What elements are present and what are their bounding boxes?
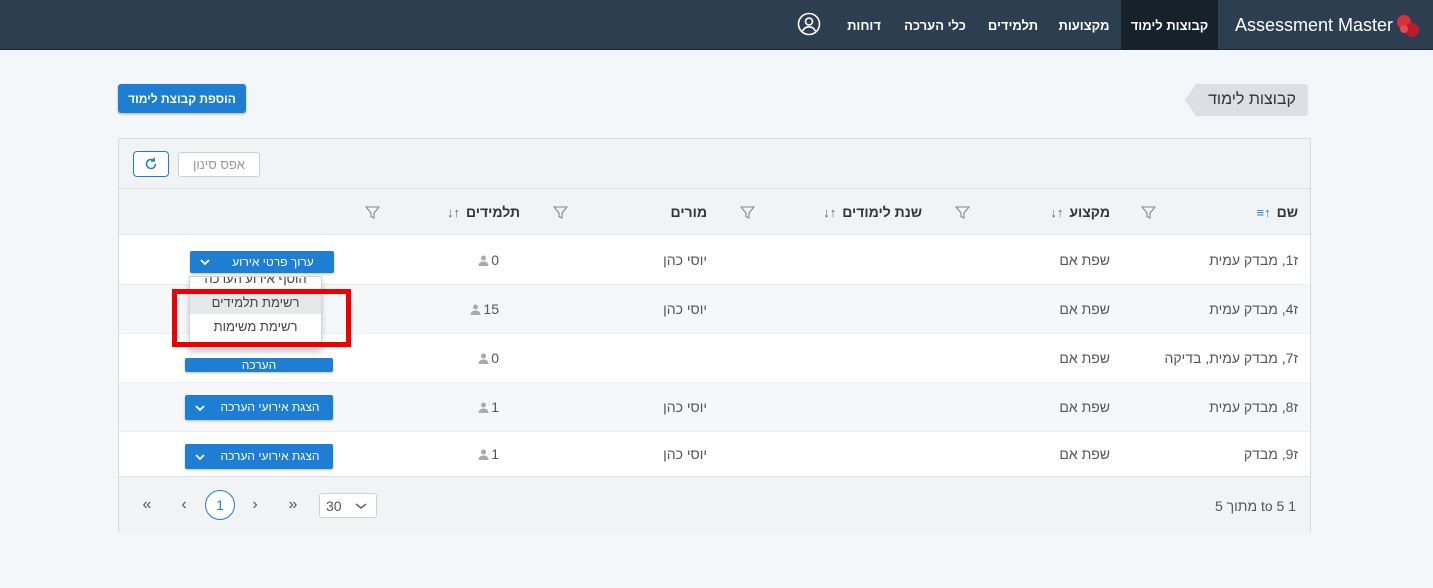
student-count: 0 [491, 252, 499, 268]
chevron-down-icon [195, 404, 205, 411]
column-label-students: תלמידים [465, 204, 520, 220]
column-header-year[interactable]: שנת לימודים ↑↓ [823, 189, 922, 235]
filter-icon[interactable] [740, 205, 755, 220]
person-icon [478, 255, 489, 266]
column-header-students[interactable]: תלמידים ↑↓ [447, 189, 520, 235]
cell-subject: שפת אם [1059, 399, 1110, 415]
grid-toolbar: אפס סינון [119, 139, 1310, 189]
filter-icon[interactable] [365, 205, 380, 220]
user-account-icon[interactable] [797, 12, 821, 36]
student-count: 0 [491, 350, 499, 366]
chevron-down-icon [200, 259, 210, 266]
refresh-button[interactable] [133, 151, 169, 177]
page-size-value: 30 [326, 497, 342, 514]
last-page-button[interactable]: » [283, 495, 303, 515]
cell-name: ז8, מבדק עמית [1209, 399, 1298, 415]
action-label: הצגת אירועי הערכה [220, 400, 320, 414]
cell-students: 0 [478, 334, 499, 382]
highlight-annotation [172, 289, 351, 347]
person-icon [478, 402, 489, 413]
nav-assessment-tools[interactable]: כלי הערכה [896, 0, 974, 50]
person-icon [478, 353, 489, 364]
cell-name: ז1, מבדק עמית [1209, 252, 1298, 268]
prev-page-button[interactable]: ‹ [174, 495, 194, 515]
cell-teachers: יוסי כהן [663, 301, 707, 317]
action-label: הצגת אירועי הערכה [220, 449, 320, 463]
first-page-button[interactable]: « [137, 495, 157, 515]
student-count: 1 [491, 399, 499, 415]
cell-subject: שפת אם [1059, 446, 1110, 462]
column-label-teachers: מורים [670, 204, 707, 220]
add-study-group-button[interactable]: הוספת קבוצת לימוד [118, 84, 246, 113]
table-row: ז9, מבדק שפת אם יוסי כהן 1 הצגת אירועי ה… [119, 432, 1310, 476]
sort-icon[interactable]: ↑↓ [447, 205, 460, 220]
refresh-icon [145, 157, 157, 170]
page-title: קבוצות לימוד [1185, 84, 1308, 116]
edit-event-details-button[interactable]: ערוך פרטי אירוע [190, 251, 334, 273]
show-assessment-events-button[interactable]: הצגת אירועי הערכה [185, 444, 333, 469]
column-label-subject: מקצוע [1069, 204, 1110, 220]
cell-students: 0 [478, 236, 499, 284]
cell-students: 1 [478, 383, 499, 431]
reset-filter-button[interactable]: אפס סינון [178, 152, 260, 177]
cell-teachers: יוסי כהן [663, 252, 707, 268]
cell-subject: שפת אם [1059, 301, 1110, 317]
cell-subject: שפת אם [1059, 252, 1110, 268]
table-header: שם ↑≡ מקצוע ↑↓ שנת לימודים ↑↓ מורים תלמי… [119, 189, 1310, 235]
sort-asc-icon[interactable]: ↑≡ [1257, 205, 1271, 220]
column-header-name[interactable]: שם ↑≡ [1257, 189, 1298, 235]
page-size-select[interactable]: 30 [319, 493, 377, 518]
pagination-bar: « ‹ 1 › » 30 1 to 5 מתוך 5 [119, 476, 1310, 533]
nav-study-groups[interactable]: קבוצות לימוד [1121, 0, 1218, 50]
sort-icon[interactable]: ↑↓ [823, 205, 836, 220]
person-icon [478, 449, 489, 460]
nav-students[interactable]: תלמידים [979, 0, 1047, 50]
filter-icon[interactable] [955, 205, 970, 220]
top-navbar: Assessment Master קבוצות לימוד מקצועות ת… [0, 0, 1433, 50]
next-page-button[interactable]: › [245, 495, 265, 515]
action-label: הערכה [241, 358, 277, 372]
menu-item-add-assessment-event[interactable]: הוסף אירוע הערכה [190, 277, 321, 290]
nav-reports[interactable]: דוחות [838, 0, 890, 50]
record-count: 1 to 5 מתוך 5 [1214, 497, 1296, 514]
student-count: 1 [491, 446, 499, 462]
filter-icon[interactable] [1141, 205, 1156, 220]
table-row: ז8, מבדק עמית שפת אם יוסי כהן 1 הצגת איר… [119, 383, 1310, 432]
brand[interactable]: Assessment Master [1235, 0, 1421, 50]
cell-subject: שפת אם [1059, 350, 1110, 366]
column-label-year: שנת לימודים [842, 204, 922, 220]
column-label-name: שם [1276, 204, 1298, 220]
cell-teachers: יוסי כהן [663, 446, 707, 462]
logo-icon [1397, 13, 1421, 37]
cell-name: ז7, מבדק עמית, בדיקה [1164, 350, 1298, 366]
assessment-events-button[interactable]: הערכה [185, 358, 333, 372]
student-count: 15 [483, 301, 499, 317]
person-icon [470, 304, 481, 315]
cell-name: ז4, מבדק עמית [1209, 301, 1298, 317]
filter-icon[interactable] [553, 205, 568, 220]
cell-students: 15 [470, 285, 499, 333]
app-name: Assessment Master [1234, 14, 1393, 35]
cell-name: ז9, מבדק [1243, 446, 1298, 462]
current-page-button[interactable]: 1 [205, 490, 235, 520]
chevron-down-icon [355, 503, 367, 510]
cell-teachers: יוסי כהן [663, 399, 707, 415]
sort-icon[interactable]: ↑↓ [1050, 205, 1063, 220]
column-header-subject[interactable]: מקצוע ↑↓ [1050, 189, 1110, 235]
column-header-teachers[interactable]: מורים [671, 189, 707, 235]
chevron-down-icon [195, 453, 205, 460]
cell-students: 1 [478, 432, 499, 476]
show-assessment-events-button[interactable]: הצגת אירועי הערכה [185, 395, 333, 420]
nav-subjects[interactable]: מקצועות [1052, 0, 1116, 50]
